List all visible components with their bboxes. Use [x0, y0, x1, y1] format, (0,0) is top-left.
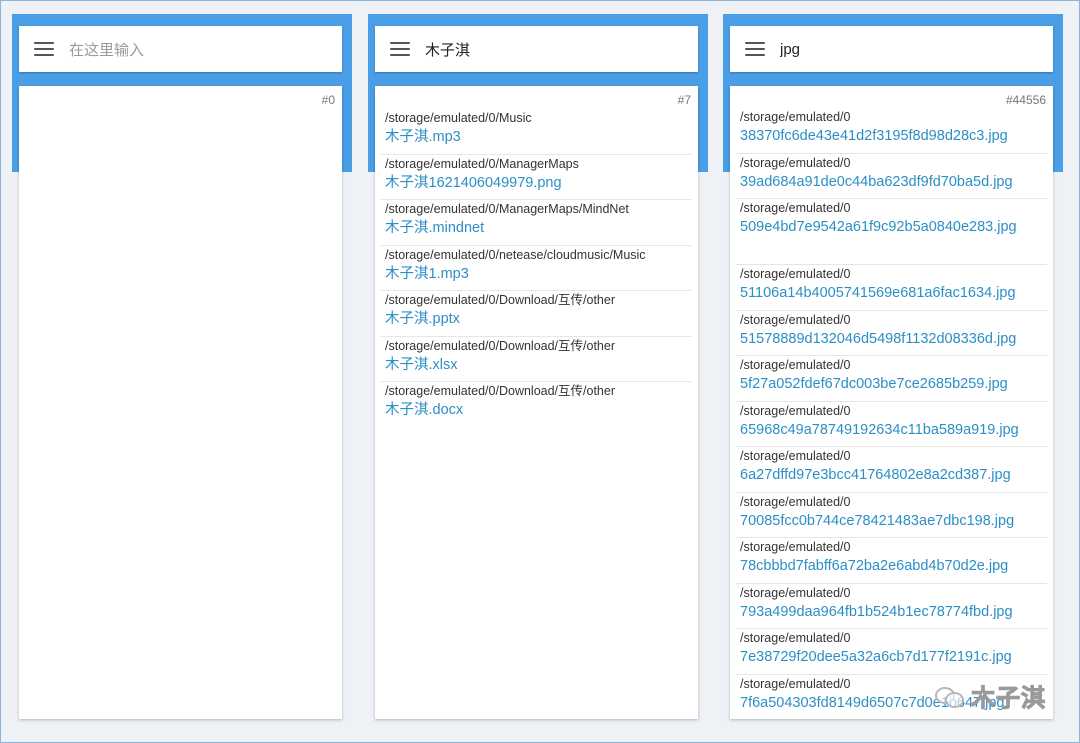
file-name[interactable]: 木子淇1.mp3 — [385, 264, 688, 284]
search-input[interactable]: 在这里输入 — [69, 39, 144, 60]
list-item[interactable]: /storage/emulated/0 51106a14b4005741569e6… — [736, 265, 1047, 311]
results-list: #7 /storage/emulated/0/Music 木子淇.mp3 /sto… — [375, 86, 698, 719]
file-name[interactable]: 木子淇.docx — [385, 400, 688, 420]
file-path: /storage/emulated/0 — [740, 540, 851, 554]
file-path: /storage/emulated/0 — [740, 494, 851, 509]
file-name[interactable]: 509e4bd7e9542a61f9c92b5a0840e283.jpg — [740, 217, 1043, 237]
result-count: #0 — [321, 93, 335, 107]
search-input[interactable]: 木子淇 — [425, 39, 470, 60]
file-path: /storage/emulated/0 — [740, 403, 851, 418]
search-bar: jpg — [730, 26, 1053, 72]
watermark: 木子淇 — [935, 678, 1046, 713]
list-item[interactable]: /storage/emulated/0 7e38729f20dee5a32a6cb… — [736, 629, 1047, 675]
list-item[interactable]: /storage/emulated/0 5f27a052fdef67dc003be… — [736, 356, 1047, 402]
file-path: /storage/emulated/0/Music — [385, 111, 532, 125]
file-name[interactable]: 38370fc6de43e41d2f3195f8d98d28c3.jpg — [740, 126, 1043, 146]
file-name[interactable]: 木子淇.mindnet — [385, 218, 688, 238]
file-name[interactable]: 793a499daa964fb1b524b1ec78774fbd.jpg — [740, 602, 1043, 622]
file-path: /storage/emulated/0 — [740, 449, 851, 463]
file-path: /storage/emulated/0 — [740, 631, 851, 645]
list-item[interactable]: /storage/emulated/0/Download/互传/other 木子淇… — [381, 337, 692, 382]
list-item[interactable]: /storage/emulated/0/Music 木子淇.mp3 — [381, 109, 692, 155]
file-path: /storage/emulated/0/Download/互传/other — [385, 293, 615, 307]
file-path: /storage/emulated/0 — [740, 358, 851, 372]
file-path: /storage/emulated/0 — [740, 267, 851, 281]
list-item[interactable]: /storage/emulated/0 70085fcc0b744ce784214… — [736, 493, 1047, 538]
list-item[interactable]: /storage/emulated/0 793a499daa964fb1b524b… — [736, 584, 1047, 629]
search-input[interactable]: jpg — [780, 41, 800, 58]
list-item[interactable]: /storage/emulated/0 509e4bd7e9542a61f9c92… — [736, 199, 1047, 265]
result-count: #7 — [677, 93, 691, 107]
result-count: #44556 — [1005, 93, 1046, 107]
phone-screen-name-search: 木子淇 #7 /storage/emulated/0/Music 木子淇.mp3 … — [368, 14, 708, 722]
list-item[interactable]: /storage/emulated/0/ManagerMaps/MindNet 木… — [381, 200, 692, 246]
menu-icon[interactable] — [34, 42, 54, 56]
menu-icon[interactable] — [390, 42, 410, 56]
list-item[interactable]: /storage/emulated/0/Download/互传/other 木子淇… — [381, 382, 692, 428]
file-list: /storage/emulated/0 38370fc6de43e41d2f319… — [730, 108, 1053, 719]
file-name[interactable]: 6a27dffd97e3bcc41764802e8a2cd387.jpg — [740, 465, 1043, 485]
results-list: #0 — [19, 86, 342, 719]
file-list: /storage/emulated/0/Music 木子淇.mp3 /storag… — [375, 109, 698, 428]
list-item[interactable]: /storage/emulated/0/Download/互传/other 木子淇… — [381, 291, 692, 337]
file-path: /storage/emulated/0/Download/互传/other — [385, 384, 615, 398]
file-name[interactable]: 39ad684a91de0c44ba623df9fd70ba5d.jpg — [740, 172, 1043, 192]
file-name[interactable]: 木子淇.xlsx — [385, 355, 688, 375]
file-path: /storage/emulated/0/ManagerMaps — [385, 156, 579, 171]
file-path: /storage/emulated/0 — [740, 155, 851, 170]
file-name[interactable]: 65968c49a78749192634c11ba589a919.jpg — [740, 420, 1043, 440]
list-item[interactable]: /storage/emulated/0 39ad684a91de0c44ba623… — [736, 154, 1047, 199]
file-path: /storage/emulated/0/netease/cloudmusic/M… — [385, 247, 646, 262]
file-name[interactable]: 木子淇1621406049979.png — [385, 173, 688, 193]
phone-screen-empty-search: 在这里输入 #0 — [12, 14, 352, 722]
list-item[interactable]: /storage/emulated/0 51578889d132046d5498f… — [736, 311, 1047, 356]
file-name[interactable]: 70085fcc0b744ce78421483ae7dbc198.jpg — [740, 511, 1043, 531]
file-name[interactable]: 木子淇.mp3 — [385, 127, 688, 147]
file-path: /storage/emulated/0/Download/互传/other — [385, 338, 615, 353]
list-item[interactable]: /storage/emulated/0/netease/cloudmusic/M… — [381, 246, 692, 291]
search-bar: 在这里输入 — [19, 26, 342, 72]
file-name[interactable]: 78cbbbd7fabff6a72ba2e6abd4b70d2e.jpg — [740, 556, 1043, 576]
file-path: /storage/emulated/0 — [740, 585, 851, 600]
file-name[interactable]: 木子淇.pptx — [385, 309, 688, 329]
list-item[interactable]: /storage/emulated/0 38370fc6de43e41d2f319… — [736, 108, 1047, 154]
file-path: /storage/emulated/0 — [740, 312, 851, 327]
phone-screen-jpg-search: jpg #44556 /storage/emulated/0 38370fc6de… — [723, 14, 1063, 722]
file-path: /storage/emulated/0 — [740, 110, 851, 124]
list-item[interactable]: /storage/emulated/0 65968c49a78749192634c… — [736, 402, 1047, 447]
file-name[interactable]: 51578889d132046d5498f1132d08336d.jpg — [740, 329, 1043, 349]
results-list: #44556 /storage/emulated/0 38370fc6de43e4… — [730, 86, 1053, 719]
list-item[interactable]: /storage/emulated/0 6a27dffd97e3bcc417648… — [736, 447, 1047, 493]
list-item[interactable]: /storage/emulated/0 78cbbbd7fabff6a72ba2e… — [736, 538, 1047, 584]
watermark-text: 木子淇 — [971, 685, 1046, 713]
list-item[interactable]: /storage/emulated/0/ManagerMaps 木子淇162140… — [381, 155, 692, 200]
file-path: /storage/emulated/0 — [740, 201, 851, 215]
menu-icon[interactable] — [745, 42, 765, 56]
file-name[interactable]: 7e38729f20dee5a32a6cb7d177f2191c.jpg — [740, 647, 1043, 667]
file-path: /storage/emulated/0/ManagerMaps/MindNet — [385, 202, 629, 216]
search-bar: 木子淇 — [375, 26, 698, 72]
file-name[interactable]: 51106a14b4005741569e681a6fac1634.jpg — [740, 283, 1043, 303]
file-name[interactable]: 5f27a052fdef67dc003be7ce2685b259.jpg — [740, 374, 1043, 394]
wechat-icon — [935, 685, 965, 708]
